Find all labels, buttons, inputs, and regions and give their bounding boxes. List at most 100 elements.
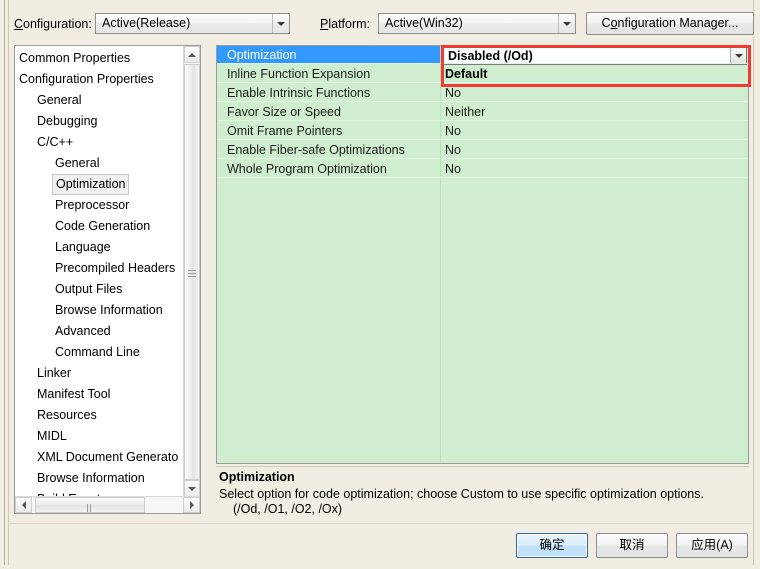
chevron-down-icon[interactable] (730, 48, 746, 64)
property-row-separator (217, 63, 748, 64)
property-row[interactable]: Whole Program Optimization No (217, 160, 748, 178)
ok-button[interactable]: 确定 (516, 533, 588, 558)
property-row[interactable]: Omit Frame Pointers No (217, 122, 748, 140)
property-grid[interactable]: Optimization Disabled (/Od) Inline Functio… (216, 45, 749, 464)
tree-item-language[interactable]: Language (55, 237, 111, 258)
description-line-1: Select option for code optimization; cho… (219, 487, 704, 501)
tree-item-browse-information[interactable]: Browse Information (37, 468, 145, 489)
dialog-button-bar: 确定 取消 应用(A) (0, 523, 760, 569)
tree-item-label: Manifest Tool (37, 387, 111, 401)
chevron-down-icon[interactable] (272, 14, 289, 33)
cancel-button[interactable]: 取消 (596, 533, 668, 558)
property-value[interactable]: Neither (445, 103, 485, 121)
platform-label: Platform: (320, 13, 370, 35)
property-name: Enable Fiber-safe Optimizations (227, 143, 405, 157)
tree-item-label: Linker (37, 366, 72, 380)
tree-item-c-c[interactable]: C/C++ (37, 132, 73, 153)
property-row[interactable]: Optimization Disabled (/Od) (217, 46, 748, 65)
property-row[interactable]: Enable Fiber-safe Optimizations No (217, 141, 748, 159)
scroll-left-icon[interactable] (15, 497, 32, 513)
tree-item-code-generation[interactable]: Code Generation (55, 216, 150, 237)
scroll-right-icon[interactable] (183, 497, 200, 513)
chevron-down-icon[interactable] (558, 14, 575, 33)
property-pages-dialog: Configuration: Active(Release) Platform:… (0, 0, 760, 569)
configuration-manager-label: Configuration Manager... (601, 16, 739, 30)
configuration-toolbar: Configuration: Active(Release) Platform:… (10, 12, 754, 38)
tree-item-label: Code Generation (55, 219, 151, 233)
property-row-separator (217, 82, 748, 83)
tree-item-label: Resources (37, 408, 97, 422)
tree-item-general[interactable]: General (55, 153, 99, 174)
grip-icon (188, 268, 196, 277)
tree-item-debugging[interactable]: Debugging (37, 111, 97, 132)
tree-item-label: Language (55, 240, 111, 254)
tree-item-common-properties[interactable]: Common Properties (19, 48, 130, 69)
scroll-up-icon[interactable] (184, 46, 200, 63)
tree-item-manifest-tool[interactable]: Manifest Tool (37, 384, 110, 405)
tree-item-label: Output Files (55, 282, 123, 296)
tree-item-browse-information[interactable]: Browse Information (55, 300, 163, 321)
tree-item-command-line[interactable]: Command Line (55, 342, 140, 363)
tree-item-label: MIDL (37, 429, 67, 443)
property-value[interactable]: No (445, 160, 461, 178)
scroll-down-icon[interactable] (184, 480, 200, 497)
property-value[interactable]: No (445, 84, 461, 102)
tree-item-output-files[interactable]: Output Files (55, 279, 122, 300)
description-title: Optimization (219, 470, 295, 484)
tree-item-general[interactable]: General (37, 90, 81, 111)
property-name: Inline Function Expansion (227, 67, 371, 81)
tree-item-label: Browse Information (55, 303, 163, 317)
properties-tree[interactable]: Common Properties Configuration Propertie… (15, 46, 184, 497)
properties-tree-panel[interactable]: Common Properties Configuration Propertie… (14, 45, 201, 514)
tree-horizontal-scrollbar[interactable] (15, 496, 200, 513)
property-row-separator (217, 120, 748, 121)
platform-combo[interactable]: Active(Win32) (378, 13, 576, 34)
tree-item-linker[interactable]: Linker (37, 363, 71, 384)
tree-item-label: Browse Information (37, 471, 145, 485)
tree-item-preprocessor[interactable]: Preprocessor (55, 195, 129, 216)
tree-item-label: Debugging (37, 114, 98, 128)
tree-item-xml-document-generato[interactable]: XML Document Generato (37, 447, 178, 468)
tree-item-optimization[interactable]: Optimization (52, 174, 130, 195)
grip-icon (86, 501, 94, 512)
platform-combo-value: Active(Win32) (385, 16, 463, 30)
property-row[interactable]: Favor Size or Speed Neither (217, 103, 748, 121)
cancel-button-label: 取消 (619, 538, 645, 552)
platform-label-rest: latform: (328, 17, 371, 31)
property-name: Favor Size or Speed (227, 105, 341, 119)
property-name: Enable Intrinsic Functions (227, 86, 371, 100)
tree-item-label: XML Document Generato (37, 450, 179, 464)
configuration-label-accel: C (14, 17, 24, 31)
tree-item-label: Precompiled Headers (55, 261, 176, 275)
property-value[interactable]: Default (445, 65, 487, 83)
tree-item-label: Optimization (56, 177, 126, 191)
tree-item-resources[interactable]: Resources (37, 405, 97, 426)
ok-button-label: 确定 (539, 538, 565, 552)
property-row-separator (217, 101, 748, 102)
property-value[interactable]: No (445, 141, 461, 159)
apply-button[interactable]: 应用(A) (676, 533, 748, 558)
window-frame-left-edge (4, 0, 5, 569)
description-line-2: (/Od, /O1, /O2, /Ox) (233, 502, 343, 516)
property-name: Optimization (227, 48, 297, 62)
tree-item-precompiled-headers[interactable]: Precompiled Headers (55, 258, 175, 279)
configuration-label: Configuration: (14, 13, 92, 35)
property-row[interactable]: Inline Function Expansion Default (217, 65, 748, 83)
tree-item-configuration-properties[interactable]: Configuration Properties (19, 69, 154, 90)
tree-vscroll-thumb[interactable] (184, 64, 200, 480)
property-value[interactable]: No (445, 122, 461, 140)
configuration-combo-value: Active(Release) (102, 16, 191, 30)
window-frame-right (753, 0, 760, 569)
configuration-manager-button[interactable]: Configuration Manager... (586, 12, 754, 35)
property-name: Omit Frame Pointers (227, 124, 343, 138)
tree-hscroll-thumb[interactable] (35, 497, 145, 513)
configuration-label-rest: onfiguration: (23, 17, 92, 31)
button-bar-divider (8, 523, 752, 524)
property-row[interactable]: Enable Intrinsic Functions No (217, 84, 748, 102)
tree-vertical-scrollbar[interactable] (183, 46, 200, 497)
tree-item-midl[interactable]: MIDL (37, 426, 67, 447)
configuration-combo[interactable]: Active(Release) (95, 13, 290, 34)
tree-item-label: Advanced (55, 324, 111, 338)
tree-item-advanced[interactable]: Advanced (55, 321, 111, 342)
property-value-combo-text: Disabled (/Od) (448, 49, 533, 63)
